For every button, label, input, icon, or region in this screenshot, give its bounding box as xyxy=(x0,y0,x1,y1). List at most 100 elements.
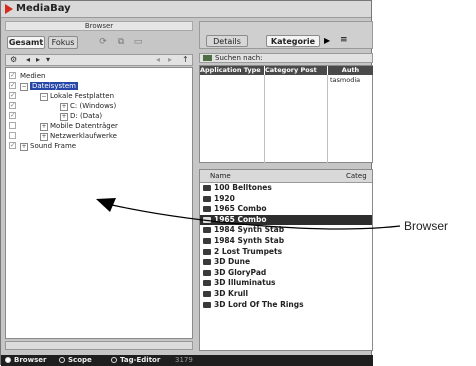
preset-icon xyxy=(203,185,211,191)
next-icon[interactable]: ▸ xyxy=(168,55,172,65)
attr-col-application-type[interactable]: Application Type xyxy=(200,66,264,75)
tree-row[interactable]: +D: (Data) xyxy=(6,110,192,121)
folder-icon[interactable]: ▭ xyxy=(132,37,144,48)
result-name: 3D GloryPad xyxy=(214,267,267,277)
play-icon[interactable]: ▶ xyxy=(324,36,330,45)
radio-tag-editor[interactable]: Tag-Editor xyxy=(111,355,160,366)
result-row[interactable]: 100 Belltones xyxy=(200,183,372,194)
result-name: 3D Illuminatus xyxy=(214,278,276,288)
col-name[interactable]: Name xyxy=(210,170,231,182)
tree-expander-icon[interactable]: + xyxy=(60,113,68,121)
tree-row[interactable]: +Sound Frame xyxy=(6,140,192,151)
result-row[interactable]: 3D Lord Of The Rings xyxy=(200,300,372,311)
tree-checkbox[interactable] xyxy=(9,122,16,129)
tree-row[interactable]: Medien xyxy=(6,70,192,81)
up-icon[interactable]: ↑ xyxy=(182,55,189,65)
attr-col-author[interactable]: Auth xyxy=(328,66,373,75)
result-row[interactable]: 1965 Combo xyxy=(200,204,372,215)
tree-checkbox[interactable] xyxy=(9,132,16,139)
tab-fokus[interactable]: Fokus xyxy=(48,36,78,49)
result-row[interactable]: 1984 Synth Stab xyxy=(200,236,372,247)
tree-expander-icon[interactable]: + xyxy=(20,143,28,151)
result-row[interactable]: 1920 xyxy=(200,194,372,205)
tree-expander-icon[interactable]: + xyxy=(60,103,68,111)
result-name: 1965 Combo xyxy=(214,214,267,224)
tree-expander-icon[interactable]: + xyxy=(40,133,48,141)
tree-row[interactable]: −Lokale Festplatten xyxy=(6,90,192,101)
tree-label[interactable]: Netzwerklaufwerke xyxy=(50,132,117,140)
attr-author-value[interactable]: tasmodia xyxy=(330,76,360,84)
result-name: 2 Lost Trumpets xyxy=(214,246,283,256)
tree-checkbox[interactable] xyxy=(9,140,16,150)
prev-icon[interactable]: ◂ xyxy=(156,55,160,65)
tab-kategorie[interactable]: Kategorie xyxy=(266,35,320,47)
tree-expander-icon[interactable]: + xyxy=(40,123,48,131)
result-name: 1984 Synth Stab xyxy=(214,225,285,235)
result-row[interactable]: 3D Illuminatus xyxy=(200,278,372,289)
result-row[interactable]: 2 Lost Trumpets xyxy=(200,247,372,258)
tree-expander-icon[interactable]: − xyxy=(40,93,48,101)
result-row[interactable]: 3D GloryPad xyxy=(200,268,372,279)
result-name: 3D Lord Of The Rings xyxy=(214,299,304,309)
results-tabs: Details Kategorie ▶ ≡ xyxy=(199,21,373,49)
tab-gesamt[interactable]: Gesamt xyxy=(7,36,45,49)
col-category[interactable]: Categ xyxy=(346,170,367,182)
tree-label[interactable]: Mobile Datenträger xyxy=(50,122,118,130)
tree-scrollbar[interactable] xyxy=(5,341,193,350)
status-bar: Browser Scope Tag-Editor 3179 xyxy=(1,355,373,366)
nav-back-icon[interactable]: ◂ xyxy=(26,55,30,65)
tree-row[interactable]: +C: (Windows) xyxy=(6,100,192,111)
tree-label[interactable]: D: (Data) xyxy=(70,112,102,120)
search-bar: Suchen nach: xyxy=(199,53,373,63)
preset-icon xyxy=(203,301,211,308)
radio-browser[interactable]: Browser xyxy=(5,355,46,366)
result-name: 3D Dune xyxy=(214,257,251,267)
tree-label[interactable]: Sound Frame xyxy=(30,142,76,150)
attribute-filter: Application Type Category Post Auth tasm… xyxy=(199,65,373,163)
tree-checkbox[interactable] xyxy=(9,90,16,100)
result-row[interactable]: 3D Dune xyxy=(200,257,372,268)
nav-forward-icon[interactable]: ▸ xyxy=(36,55,40,65)
search-icon xyxy=(203,55,212,61)
copy-icon[interactable]: ⧉ xyxy=(115,37,127,48)
preset-icon xyxy=(203,291,211,297)
result-row[interactable]: 3D Krull xyxy=(200,289,372,300)
browser-toolbar: ⚙ ◂ ▸ ▾ ◂ ▸ ↑ xyxy=(5,54,193,66)
tree-expander-icon[interactable]: − xyxy=(20,83,28,91)
tab-details[interactable]: Details xyxy=(206,35,248,47)
attr-col-category[interactable]: Category Post xyxy=(265,66,327,75)
dropdown-icon[interactable]: ▾ xyxy=(46,55,50,65)
tree-label[interactable]: Dateisystem xyxy=(30,82,78,90)
preset-icon xyxy=(203,195,211,202)
tree-label[interactable]: Medien xyxy=(20,72,45,80)
result-name: 3D Krull xyxy=(214,289,249,298)
tree-row[interactable]: + Netzwerklaufwerke xyxy=(6,131,192,141)
results-pane: Details Kategorie ▶ ≡ Suchen nach: Appli… xyxy=(199,21,373,351)
preset-icon xyxy=(203,216,211,223)
window-title: MediaBay xyxy=(16,3,71,14)
tree-row[interactable]: + Mobile Datenträger xyxy=(6,121,192,131)
tree-checkbox[interactable] xyxy=(9,70,16,80)
result-name: 100 Belltones xyxy=(214,183,272,192)
result-row[interactable]: 1984 Synth Stab xyxy=(200,225,372,236)
tree-checkbox[interactable] xyxy=(9,110,16,120)
file-tree: Medien−Dateisystem−Lokale Festplatten+C:… xyxy=(5,67,193,339)
tree-checkbox[interactable] xyxy=(9,100,16,110)
refresh-icon[interactable]: ⟳ xyxy=(97,37,109,48)
radio-scope[interactable]: Scope xyxy=(59,355,92,366)
tree-row[interactable]: −Dateisystem xyxy=(6,80,192,91)
filter-icon[interactable]: ≡ xyxy=(340,35,348,45)
result-name: 1984 Synth Stab xyxy=(214,236,285,245)
result-count: 3179 xyxy=(175,356,193,364)
result-name: 1965 Combo xyxy=(214,204,267,214)
result-row[interactable]: 1965 Combo xyxy=(200,214,372,226)
preset-icon xyxy=(203,269,211,276)
result-name: 1920 xyxy=(214,193,235,203)
tree-checkbox[interactable] xyxy=(9,80,16,90)
tree-label[interactable]: C: (Windows) xyxy=(70,102,116,110)
results-header: Name Categ xyxy=(200,170,372,183)
preset-icon xyxy=(203,259,211,266)
mediabay-window: MediaBay Browser Gesamt Fokus ⟳ ⧉ ▭ ⚙ ◂ … xyxy=(0,0,373,366)
gear-icon[interactable]: ⚙ xyxy=(10,55,17,65)
tree-label[interactable]: Lokale Festplatten xyxy=(50,92,114,100)
